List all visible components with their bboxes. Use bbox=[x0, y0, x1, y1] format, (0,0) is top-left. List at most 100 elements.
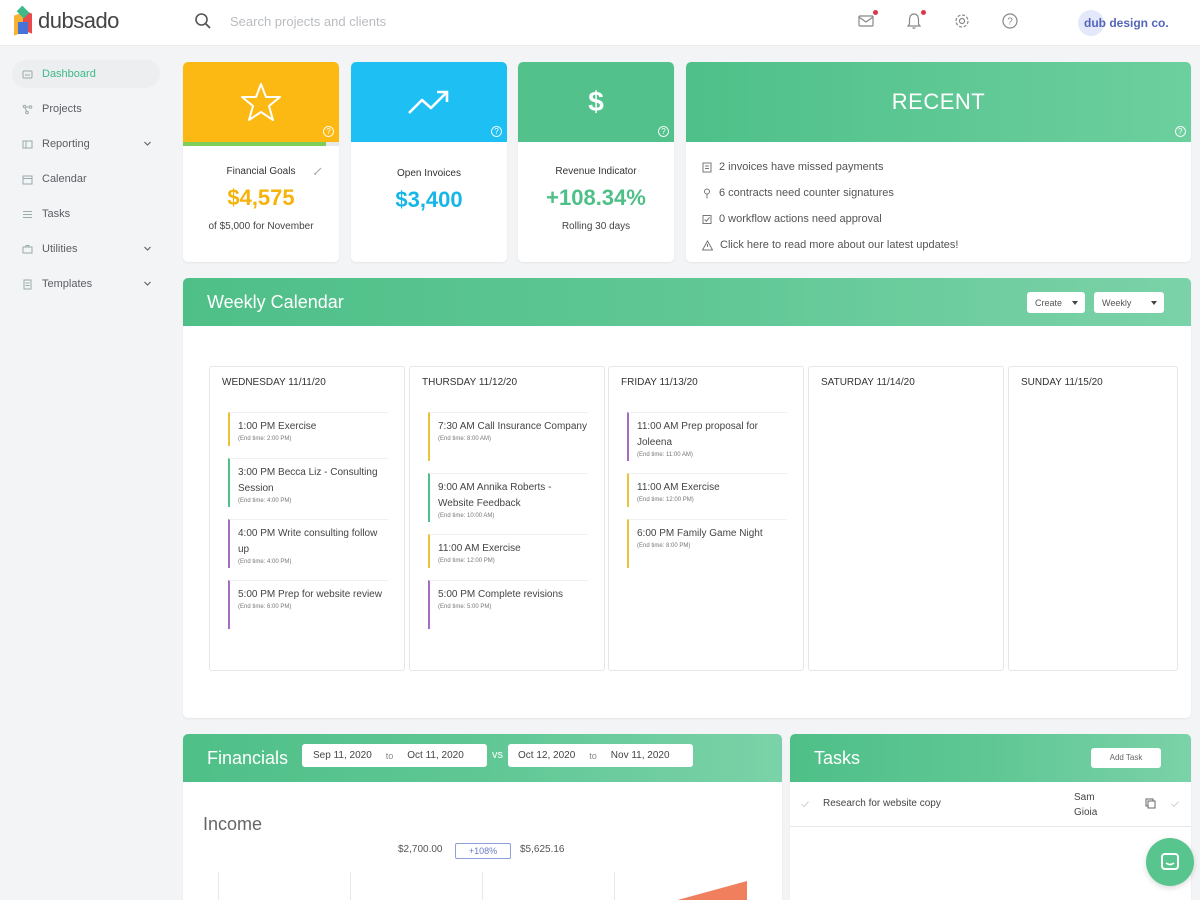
help-icon[interactable]: ? bbox=[1001, 12, 1021, 32]
chevron-down-icon[interactable] bbox=[143, 244, 152, 253]
sidebar-item-dashboard[interactable]: Dashboard bbox=[12, 60, 160, 88]
calendar-event[interactable]: 6:00 PM Family Game Night (End time: 8:00… bbox=[627, 519, 787, 568]
calendar-event[interactable]: 11:00 AM Exercise (End time: 12:00 PM) bbox=[627, 473, 787, 507]
sidebar-item-label: Dashboard bbox=[42, 68, 96, 80]
help-icon[interactable]: ? bbox=[1175, 126, 1186, 137]
gear-icon[interactable] bbox=[953, 12, 973, 32]
logo[interactable]: dubsado bbox=[14, 5, 119, 36]
svg-text:?: ? bbox=[1007, 17, 1013, 28]
sidebar-item-calendar[interactable]: Calendar bbox=[12, 165, 160, 193]
tasks-card: Tasks Add Task Research for website copy… bbox=[790, 734, 1191, 900]
sidebar-item-tasks[interactable]: Tasks bbox=[12, 200, 160, 228]
sidebar-item-label: Templates bbox=[42, 278, 93, 290]
mail-icon[interactable] bbox=[857, 10, 878, 32]
calendar-event[interactable]: 11:00 AM Exercise (End time: 12:00 PM) bbox=[428, 534, 588, 568]
sidebar-item-label: Projects bbox=[42, 103, 82, 115]
sidebar-item-utilities[interactable]: Utilities bbox=[12, 235, 160, 263]
projects-icon bbox=[22, 104, 33, 115]
sidebar-item-projects[interactable]: Projects bbox=[12, 95, 160, 123]
chat-support-button[interactable] bbox=[1146, 838, 1194, 886]
event-title: 5:00 PM Complete revisions bbox=[438, 589, 564, 600]
day-column[interactable]: WEDNESDAY 11/11/20 1:00 PM Exercise (End t… bbox=[209, 366, 405, 671]
recent-card: RECENT ? 2 invoices have missed payments… bbox=[686, 62, 1191, 262]
search-input[interactable] bbox=[230, 13, 590, 29]
tasks-icon bbox=[22, 209, 33, 220]
recent-item-contracts[interactable]: 6 contracts need counter signatures bbox=[702, 180, 1175, 206]
view-dropdown[interactable]: Weekly bbox=[1094, 292, 1164, 313]
task-checkbox-icon[interactable] bbox=[800, 799, 810, 809]
revenue-indicator-header: $ ? bbox=[518, 62, 674, 142]
financial-goals-card[interactable]: ? Financial Goals $4,575 of $5,000 for N… bbox=[183, 62, 339, 262]
event-end-time: (End time: 12:00 PM) bbox=[637, 497, 694, 503]
help-icon[interactable]: ? bbox=[323, 126, 334, 137]
templates-icon bbox=[22, 279, 33, 290]
event-end-time: (End time: 8:00 AM) bbox=[438, 436, 492, 442]
recent-header: RECENT ? bbox=[686, 62, 1191, 142]
date-range-b[interactable]: Oct 12, 2020 to Nov 11, 2020 bbox=[508, 744, 693, 767]
copy-icon[interactable] bbox=[1145, 798, 1156, 809]
view-label: Weekly bbox=[1102, 297, 1132, 308]
create-dropdown[interactable]: Create bbox=[1027, 292, 1085, 313]
day-column[interactable]: FRIDAY 11/13/20 11:00 AM Prep proposal fo… bbox=[608, 366, 804, 671]
event-end-time: (End time: 2:00 PM) bbox=[238, 436, 292, 442]
help-icon[interactable]: ? bbox=[491, 126, 502, 137]
sidebar-item-reporting[interactable]: Reporting bbox=[12, 130, 160, 158]
calendar-event[interactable]: 4:00 PM Write consulting follow up (End t… bbox=[228, 519, 388, 568]
day-column[interactable]: SUNDAY 11/15/20 bbox=[1008, 366, 1178, 671]
chevron-down-icon[interactable] bbox=[143, 139, 152, 148]
income-change-badge: +108% bbox=[455, 843, 511, 859]
recent-item-invoices[interactable]: 2 invoices have missed payments bbox=[702, 154, 1175, 180]
brand-account[interactable]: dub design co. bbox=[1078, 10, 1169, 36]
revenue-indicator-card[interactable]: $ ? Revenue Indicator +108.34% Rolling 3… bbox=[518, 62, 674, 262]
event-end-time: (End time: 10:00 AM) bbox=[438, 513, 495, 519]
sidebar: Dashboard Projects Reporting Calendar Ta… bbox=[0, 46, 170, 900]
recent-title: RECENT bbox=[891, 89, 986, 114]
recent-item-workflow[interactable]: 0 workflow actions need approval bbox=[702, 206, 1175, 232]
dashboard-icon bbox=[22, 69, 33, 80]
day-title: SATURDAY 11/14/20 bbox=[821, 377, 915, 388]
chat-icon bbox=[1161, 853, 1179, 870]
day-column[interactable]: THURSDAY 11/12/20 7:30 AM Call Insurance … bbox=[409, 366, 605, 671]
calendar-event[interactable]: 5:00 PM Prep for website review (End time… bbox=[228, 580, 388, 629]
day-column[interactable]: SATURDAY 11/14/20 bbox=[808, 366, 1004, 671]
event-title: 7:30 AM Call Insurance Company bbox=[438, 421, 587, 432]
dollar-icon: $ bbox=[588, 86, 604, 117]
sidebar-item-label: Tasks bbox=[42, 208, 71, 220]
financials-title: Financials bbox=[207, 747, 289, 768]
event-end-time: (End time: 11:00 AM) bbox=[637, 452, 693, 458]
top-bar: dubsado ? dub design co. bbox=[0, 0, 1200, 46]
goal-progress-track bbox=[183, 142, 339, 146]
task-row[interactable]: Research for website copy Sam Gioia bbox=[790, 782, 1191, 827]
edit-pencil-icon[interactable] bbox=[313, 166, 323, 176]
chevron-down-icon[interactable] bbox=[143, 279, 152, 288]
event-title: 1:00 PM Exercise bbox=[238, 421, 317, 432]
sidebar-item-label: Calendar bbox=[42, 173, 87, 185]
sidebar-item-templates[interactable]: Templates bbox=[12, 270, 160, 298]
calendar-event[interactable]: 7:30 AM Call Insurance Company (End time:… bbox=[428, 412, 588, 461]
calendar-event[interactable]: 9:00 AM Annika Roberts - Website Feedbac… bbox=[428, 473, 588, 522]
event-title: 5:00 PM Prep for website review bbox=[238, 589, 382, 600]
open-invoices-card[interactable]: ? Open Invoices $3,400 bbox=[351, 62, 507, 262]
bell-icon[interactable] bbox=[905, 10, 926, 32]
help-icon[interactable]: ? bbox=[658, 126, 669, 137]
goal-progress-fill bbox=[183, 142, 326, 146]
date-range-a[interactable]: Sep 11, 2020 to Oct 11, 2020 bbox=[302, 744, 487, 767]
warning-icon bbox=[702, 239, 713, 250]
calendar-event[interactable]: 11:00 AM Prep proposal for Joleena (End t… bbox=[627, 412, 787, 461]
recent-item-updates[interactable]: Click here to read more about our latest… bbox=[702, 232, 1175, 258]
revenue-indicator-label: Revenue Indicator bbox=[555, 166, 637, 177]
vs-label: vs bbox=[492, 749, 503, 761]
open-invoices-label: Open Invoices bbox=[397, 168, 461, 179]
utilities-icon bbox=[22, 244, 33, 255]
reporting-icon bbox=[22, 139, 33, 150]
search-icon[interactable] bbox=[194, 12, 212, 30]
event-end-time: (End time: 8:00 PM) bbox=[637, 543, 691, 549]
add-task-button[interactable]: Add Task bbox=[1091, 748, 1161, 768]
calendar-event[interactable]: 1:00 PM Exercise (End time: 2:00 PM) bbox=[228, 412, 388, 446]
calendar-event[interactable]: 3:00 PM Becca Liz - Consulting Session (E… bbox=[228, 458, 388, 507]
event-end-time: (End time: 4:00 PM) bbox=[238, 498, 292, 504]
task-check-icon[interactable] bbox=[1170, 799, 1180, 809]
pen-nib-icon bbox=[704, 188, 710, 198]
chart-gridline bbox=[350, 872, 351, 900]
calendar-event[interactable]: 5:00 PM Complete revisions (End time: 5:0… bbox=[428, 580, 588, 629]
